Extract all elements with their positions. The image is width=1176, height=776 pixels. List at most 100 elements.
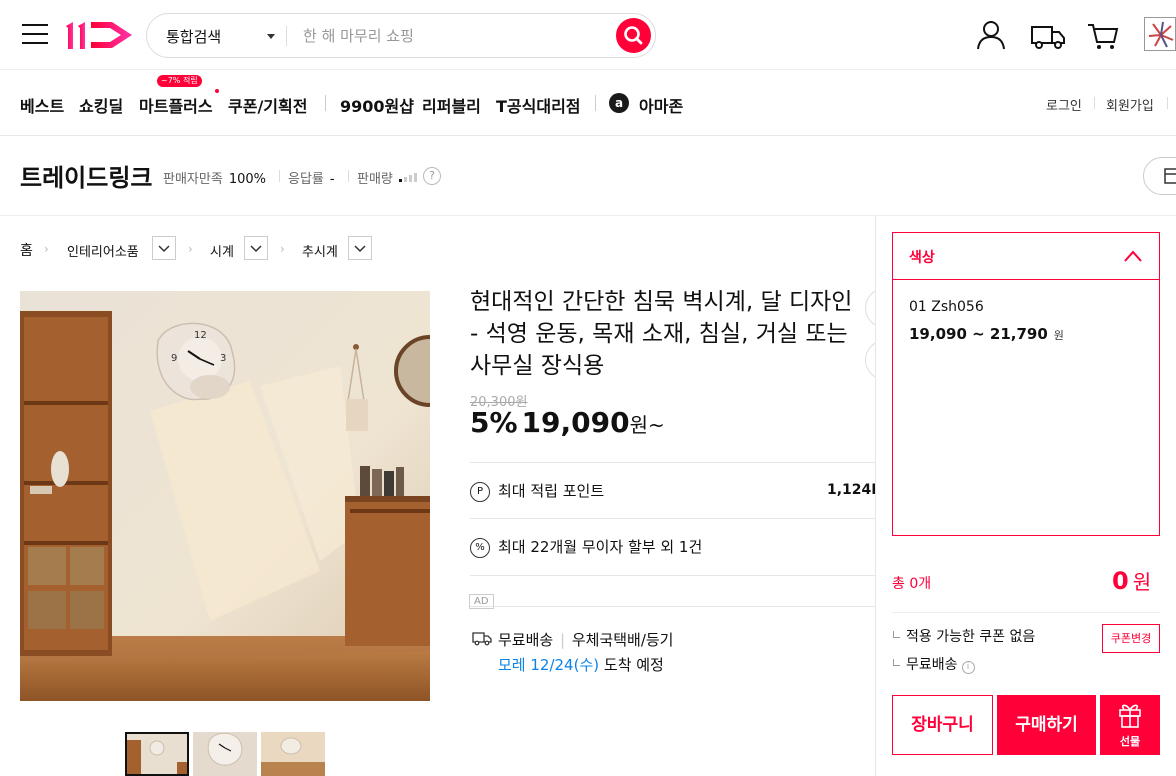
hamburger-menu-icon[interactable] — [22, 22, 48, 46]
divider — [892, 612, 1160, 613]
breadcrumb-pendulum[interactable]: 추시계 — [302, 241, 338, 260]
search-icon — [624, 26, 643, 45]
total-price-unit: 원 — [1132, 570, 1152, 594]
corner-bullet-icon — [893, 631, 900, 638]
nav-amazon[interactable]: 아마존 — [639, 93, 683, 117]
breadcrumb-dropdown[interactable] — [244, 236, 268, 260]
points-row: P 최대 적립 포인트 — [470, 480, 604, 502]
breadcrumb-home[interactable]: 홈 — [20, 240, 33, 260]
caret-down-icon[interactable] — [267, 34, 275, 39]
top-header: 통합검색 — [0, 0, 1176, 70]
search-button[interactable] — [616, 18, 651, 53]
product-title: 현대적인 간단한 침묵 벽시계, 달 디자인 - 석영 운동, 목재 소재, 침… — [470, 289, 853, 379]
chevron-right-icon: › — [44, 242, 49, 256]
option-header-label: 색상 — [909, 250, 935, 266]
total-price: 0원 — [1112, 566, 1151, 595]
search-input[interactable] — [303, 23, 603, 49]
option-price-range: 19,090 ~ 21,790 — [909, 325, 1048, 343]
search-category-select[interactable]: 통합검색 — [166, 26, 221, 47]
signup-link[interactable]: 회원가입 — [1106, 95, 1154, 114]
seller-name[interactable]: 트레이드링크 — [20, 158, 152, 193]
seller-satisfaction-label: 판매자만족 — [163, 172, 223, 187]
price-row: 5% 19,090원~ — [470, 406, 665, 439]
buy-now-button[interactable]: 구매하기 — [997, 695, 1096, 755]
site-logo[interactable] — [64, 18, 136, 52]
percent-icon: % — [470, 537, 490, 558]
option-header[interactable]: 색상 — [893, 233, 1159, 280]
amazon-logo-icon: a — [609, 93, 629, 113]
delivery-truck-icon[interactable] — [1030, 18, 1066, 52]
seller-sales-label: 판매량 — [357, 172, 393, 187]
chevron-down-icon — [250, 245, 262, 253]
sales-volume-bars-icon — [399, 173, 417, 182]
new-dot-indicator — [215, 89, 219, 93]
meta-divider — [348, 170, 349, 182]
add-to-cart-button[interactable]: 장바구니 — [892, 695, 993, 755]
coupon-status-text: 적용 가능한 쿠폰 없음 — [906, 629, 1036, 645]
breadcrumb-clock[interactable]: 시계 — [210, 241, 234, 260]
seller-response-value: - — [329, 172, 335, 187]
delivery-arrival-label: 도착 예정 — [603, 656, 664, 674]
installment-row[interactable]: % 최대 22개월 무이자 할부 외 1건 — [470, 536, 702, 558]
seller-sales: 판매량 — [357, 168, 393, 187]
gift-button[interactable]: 선물 — [1100, 695, 1160, 755]
nav-divider — [595, 95, 596, 111]
product-thumbnail[interactable] — [193, 732, 257, 776]
breadcrumb-dropdown[interactable] — [152, 236, 176, 260]
nav-9900-shop[interactable]: 9900원샵 — [340, 93, 414, 117]
divider — [470, 518, 876, 519]
discount-rate: 5% — [470, 406, 518, 439]
option-item[interactable]: 01 Zsh056 19,090 ~ 21,790 원 — [909, 299, 1064, 343]
info-icon[interactable]: i — [961, 661, 975, 674]
breadcrumb-interior[interactable]: 인테리어소품 — [67, 241, 139, 260]
total-quantity: 총 0개 — [892, 576, 932, 592]
mart-points-badge: ~7% 적립 — [157, 75, 202, 87]
util-divider — [1167, 97, 1168, 109]
shipping-info: 무료배송 | 우체국택배/등기 — [498, 629, 673, 650]
recent-viewed-thumb[interactable] — [1144, 17, 1176, 51]
breadcrumb-dropdown[interactable] — [348, 236, 372, 260]
chevron-down-icon — [158, 245, 170, 253]
cart-icon[interactable] — [1086, 18, 1120, 52]
gift-icon — [1119, 704, 1141, 728]
search-divider — [286, 26, 287, 46]
points-icon: P — [470, 481, 490, 502]
store-icon — [1164, 168, 1176, 184]
nav-best[interactable]: 베스트 — [20, 93, 64, 117]
seller-response: 응답률 - — [288, 168, 335, 187]
gift-label: 선물 — [1119, 735, 1141, 748]
nav-divider — [325, 95, 326, 111]
nav-t-official[interactable]: T공식대리점 — [496, 93, 581, 117]
nav-coupon-event[interactable]: 쿠폰/기획전 — [228, 93, 307, 117]
my-account-icon[interactable] — [974, 18, 1008, 52]
option-item-price: 19,090 ~ 21,790 원 — [909, 325, 1064, 343]
points-label: 최대 적립 포인트 — [498, 482, 605, 500]
nav-refurbly[interactable]: 리퍼블리 — [422, 93, 481, 117]
sale-price: 19,090 — [521, 406, 630, 439]
product-thumbnail[interactable] — [125, 732, 189, 776]
installment-label: 최대 22개월 무이자 할부 외 1건 — [498, 538, 703, 556]
change-coupon-button[interactable]: 쿠폰변경 — [1102, 624, 1160, 653]
nav-shocking-deal[interactable]: 쇼킹딜 — [79, 93, 123, 117]
chevron-up-icon[interactable] — [1123, 249, 1143, 263]
divider — [470, 606, 876, 607]
product-main-image[interactable]: 12 9 3 — [20, 291, 430, 701]
nav-mart-plus[interactable]: 마트플러스 — [139, 93, 213, 117]
shipping-free-label: 무료배송 — [498, 631, 554, 649]
delivery-date: 모레 12/24(수) — [498, 656, 600, 674]
total-price-value: 0 — [1112, 567, 1129, 595]
chevron-down-icon — [354, 245, 366, 253]
seller-store-button[interactable] — [1143, 157, 1176, 195]
option-selector: 색상 01 Zsh056 19,090 ~ 21,790 원 — [892, 232, 1160, 536]
seller-response-label: 응답률 — [288, 172, 324, 187]
login-link[interactable]: 로그인 — [1046, 95, 1082, 114]
chevron-right-icon: › — [280, 242, 285, 256]
help-icon[interactable]: ? — [423, 167, 441, 185]
shipping-truck-icon — [472, 632, 492, 646]
svg-text:3: 3 — [220, 353, 226, 364]
delivery-estimate: 모레 12/24(수) 도착 예정 — [498, 654, 664, 675]
svg-text:12: 12 — [194, 330, 207, 341]
chevron-right-icon: › — [188, 242, 193, 256]
option-item-name: 01 Zsh056 — [909, 299, 984, 315]
product-thumbnail[interactable] — [261, 732, 325, 776]
